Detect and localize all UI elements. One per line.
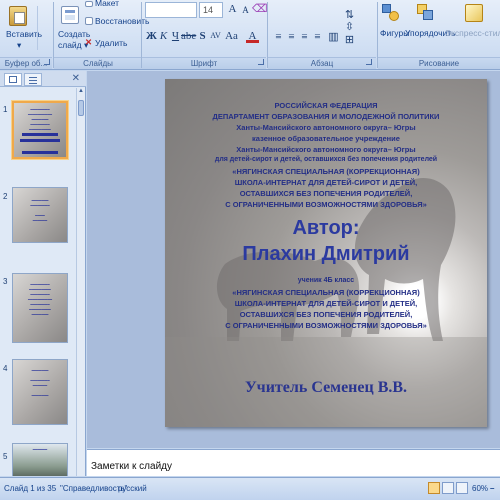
align-right-icon[interactable]: ≡ [298,30,311,44]
clipboard-dialog-launcher[interactable] [44,59,50,65]
panel-scrollbar[interactable]: ▲ [76,88,85,476]
paragraph-group-label: Абзац [268,57,376,69]
slide-thumbnail-4[interactable]: ━━━━━━━ ━━━━━━━━ ━━━━━━ ━━━━━━━ [12,359,68,425]
drawing-group-label: Рисование [378,57,500,69]
student-line: С ОГРАНИЧЕННЫМИ ВОЗМОЖНОСТЯМИ ЗДОРОВЬЯ» [225,321,427,330]
paste-icon[interactable] [9,6,27,26]
thumbnail-number: 1 [3,105,8,114]
slide-editing-area[interactable]: РОССИЙСКАЯ ФЕДЕРАЦИЯ ДЕПАРТАМЕНТ ОБРАЗОВ… [87,71,500,448]
slide-header-line: РОССИЙСКАЯ ФЕДЕРАЦИЯ [274,101,378,110]
zoom-out-icon[interactable]: – [490,484,494,493]
font-group-label: Шрифт [142,57,266,69]
justify-icon[interactable]: ≡ [311,30,324,44]
slide-header-line: ДЕПАРТАМЕНТ ОБРАЗОВАНИЯ И МОЛОДЕЖНОЙ ПОЛ… [212,112,440,121]
slide-sorter-icon[interactable] [442,482,454,494]
thumbnail-number: 5 [3,452,8,461]
slideshow-icon[interactable] [456,482,468,494]
font-size-value: 14 [203,5,214,15]
case-icon[interactable]: Aa [225,29,238,43]
slides-panel: ✕ 1 ━━━━━━━━ ━━━━━━━━━━ ━━━━━━━ ━━━━━━━━ ━━━… [0,71,86,476]
scroll-thumb[interactable] [78,100,84,116]
clipboard-small-tools [37,6,51,50]
shadow-icon[interactable]: S [196,29,209,43]
thumbnail-number: 2 [3,192,8,201]
slide-header-line: ОСТАВШИХСЯ БЕЗ ПОПЕЧЕНИЯ РОДИТЕЛЕЙ, [239,189,413,198]
thumbnail-number: 3 [3,277,8,286]
smartart-icon[interactable]: ⊞ [343,33,356,47]
delete-button[interactable]: Удалить [95,38,127,48]
teacher-name: Учитель Семенец В.В. [244,379,408,396]
delete-icon: ✕ [85,37,93,47]
font-color-icon[interactable]: A [246,29,259,43]
grow-font-icon[interactable]: A [226,2,239,16]
align-center-icon[interactable]: ≡ [285,30,298,44]
student-line: ученик 4Б класс [297,277,355,284]
paragraph-dialog-launcher[interactable] [366,59,372,65]
student-line: ОСТАВШИХСЯ БЕЗ ПОПЕЧЕНИЯ РОДИТЕЛЕЙ, [239,310,413,319]
slide-count-status: Слайд 1 из 35 [4,484,57,493]
slide-header-line: «НЯГИНСКАЯ СПЕЦИАЛЬНАЯ (КОРРЕКЦИОННАЯ) [232,167,420,176]
slide-header-line: для детей-сирот и детей, оставшихся без … [214,156,438,163]
author-label: Автор: [292,217,360,239]
slide-thumbnail-1[interactable]: ━━━━━━━━ ━━━━━━━━━━ ━━━━━━━ ━━━━━━━━ ━━━━━━━… [12,101,68,159]
scroll-up-icon[interactable]: ▲ [77,88,85,97]
thumbnail-text-lines: ━━━━━━━ ━━━━━━━━ ━━━━ ━━━━━━ [30,198,50,223]
slide-header-line: ШКОЛА-ИНТЕРНАТ ДЛЯ ДЕТЕЙ-СИРОТ И ДЕТЕЙ, [234,178,418,187]
shapes-icon[interactable] [382,4,400,22]
slides-group-label: Слайды [54,57,142,69]
author-name: Плахин Дмитрий [242,243,410,265]
close-panel-icon[interactable]: ✕ [72,73,80,84]
quick-styles-icon[interactable] [465,4,483,22]
student-line: ШКОЛА-ИНТЕРНАТ ДЛЯ ДЕТЕЙ-СИРОТ И ДЕТЕЙ, [234,299,418,308]
new-slide-icon[interactable] [61,6,79,24]
slide-thumbnail-5[interactable]: ━━━━━━ [12,443,68,476]
slide-thumbnail-2[interactable]: ━━━━━━━ ━━━━━━━━ ━━━━ ━━━━━━ [12,187,68,243]
slide-header-line: казенное образовательное учреждение [252,134,400,143]
normal-view-icon[interactable] [428,482,440,494]
thumbnail-title-mark [22,133,58,136]
slide-header-line: С ОГРАНИЧЕННЫМИ ВОЗМОЖНОСТЯМИ ЗДОРОВЬЯ» [225,200,427,209]
outline-tab[interactable] [24,73,42,86]
align-left-icon[interactable]: ≡ [272,30,285,44]
slide-header-line: Ханты-Мансийского автономного округа– Юг… [236,123,416,132]
language-status[interactable]: русский [118,484,147,493]
font-dialog-launcher[interactable] [258,59,264,65]
notes-pane[interactable]: Заметки к слайду [87,449,500,476]
strikethrough-icon[interactable]: abe [181,29,196,43]
thumbnail-footer-mark [22,151,58,154]
layout-icon [85,1,93,7]
quick-styles-button[interactable]: Экспресс-стили [445,28,500,38]
thumbnail-text-lines: ━━━━━━━ ━━━━━━━━ ━━━━━━ ━━━━━━━ [30,368,50,398]
reset-icon [85,17,93,25]
new-slide-dropdown[interactable]: слайд ▾ [58,40,88,51]
arrange-icon[interactable] [417,4,435,22]
slide-header-line: Ханты-Мансийского автономного округа– Юг… [236,145,416,154]
thumbnail-title-mark [20,139,60,142]
thumbnail-text-lines: ━━━━━━━━━━━━━━━━━━━━━━━━━━━━━━━━━━━━━━━━… [27,282,53,317]
slide-thumbnail-3[interactable]: ━━━━━━━━ ━━━━━━━━━ ━━━━━━━━ ━━━━━━━━━━ ━━━━━… [12,273,68,343]
columns-icon[interactable]: ▥ [327,30,340,44]
notes-placeholder[interactable]: Заметки к слайду [91,461,172,472]
ribbon: Вставить ▾ Буфер об... Создать слайд ▾ М… [0,0,500,70]
shrink-font-icon[interactable]: A [239,3,252,17]
layout-button[interactable]: Макет [95,0,119,8]
panel-tabs: ✕ [0,71,86,87]
clear-format-icon[interactable]: ⌫ [252,2,268,16]
current-slide[interactable]: РОССИЙСКАЯ ФЕДЕРАЦИЯ ДЕПАРТАМЕНТ ОБРАЗОВ… [165,79,487,427]
align-text-icon[interactable]: ⇳ [343,20,356,34]
thumbnail-text-lines: ━━━━━━ [32,447,48,452]
spacing-icon[interactable]: AV [209,29,222,43]
font-size-combo[interactable]: 14 [199,2,223,18]
student-line: «НЯГИНСКАЯ СПЕЦИАЛЬНАЯ (КОРРЕКЦИОННАЯ) [232,288,420,297]
font-name-combo[interactable] [145,2,197,18]
slides-tab[interactable] [4,73,22,86]
status-bar: Слайд 1 из 35 "Справедливость" русский 6… [0,477,500,500]
paste-dropdown-icon[interactable]: ▾ [17,40,21,51]
thumbnail-text-lines: ━━━━━━━━━━━━━━━━━━━━━━━━━━━━━━━━━━━━━━━━… [27,107,53,132]
zoom-level[interactable]: 60% [472,484,488,493]
thumbnail-number: 4 [3,364,8,373]
